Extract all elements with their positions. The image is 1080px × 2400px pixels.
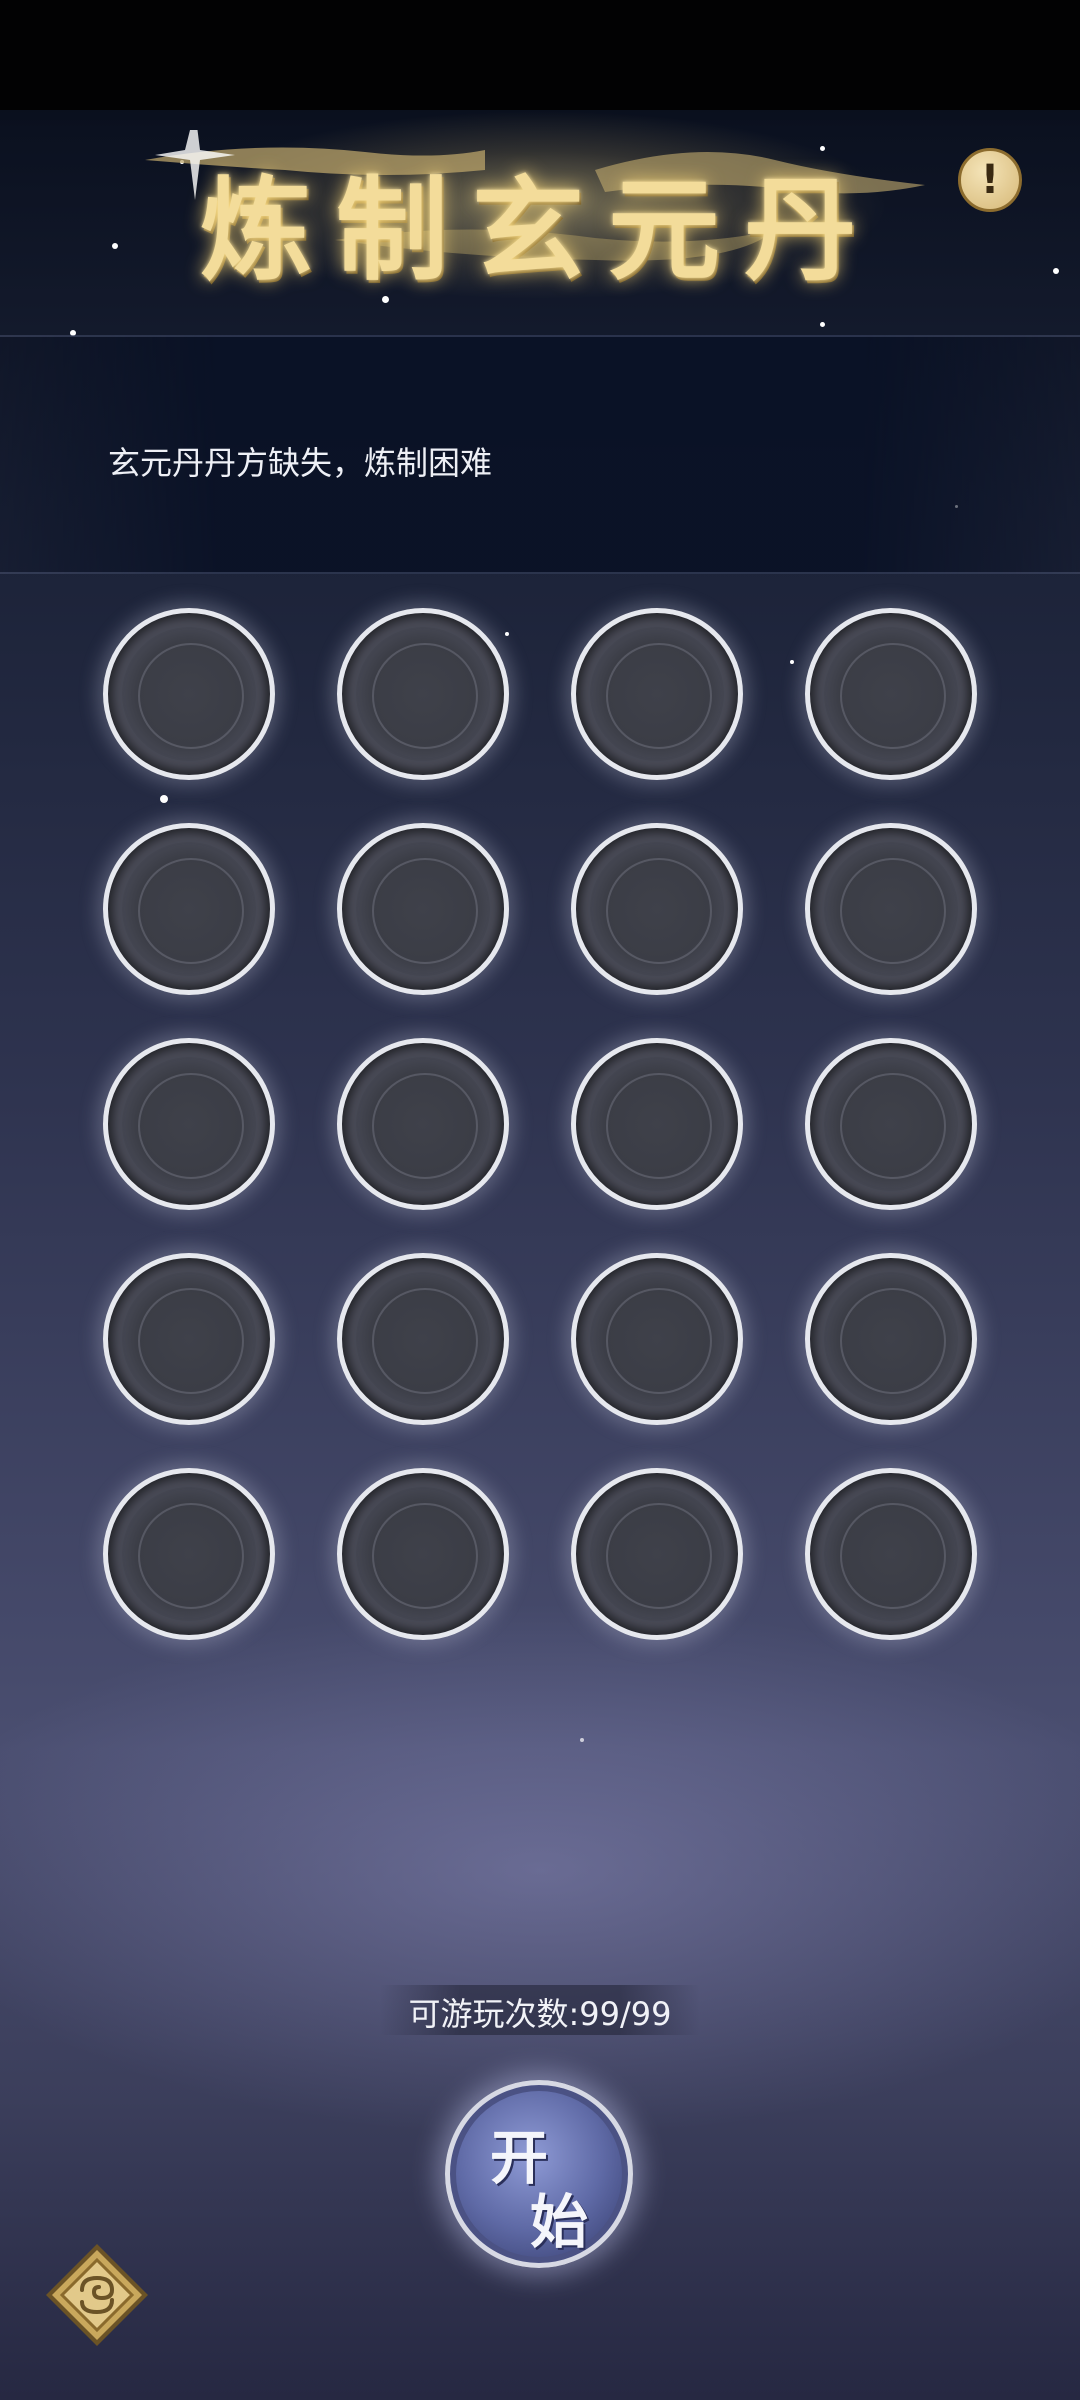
diamond-swirl-icon (46, 2244, 148, 2346)
ingredient-slot[interactable] (103, 1253, 275, 1425)
ingredient-slot[interactable] (571, 608, 743, 780)
ingredient-slot[interactable] (571, 1253, 743, 1425)
ingredient-slot[interactable] (103, 823, 275, 995)
ingredient-slot[interactable] (103, 1468, 275, 1640)
ingredient-slot[interactable] (337, 1038, 509, 1210)
ingredient-slot-grid (0, 0, 1080, 2400)
start-char-2: 始 (530, 2188, 589, 2256)
ingredient-slot[interactable] (805, 1253, 977, 1425)
ingredient-slot[interactable] (805, 823, 977, 995)
ingredient-slot[interactable] (337, 1468, 509, 1640)
ingredient-slot[interactable] (571, 1468, 743, 1640)
ingredient-slot[interactable] (103, 608, 275, 780)
ingredient-slot[interactable] (805, 1038, 977, 1210)
ingredient-slot[interactable] (337, 1253, 509, 1425)
ingredient-slot[interactable] (103, 1038, 275, 1210)
plays-remaining-text: 可游玩次数:99/99 (408, 1995, 672, 2033)
ingredient-slot[interactable] (571, 823, 743, 995)
start-button[interactable]: 开 始 (445, 2080, 633, 2268)
ingredient-slot[interactable] (805, 1468, 977, 1640)
start-button-label: 开 始 (450, 2085, 628, 2263)
ingredient-slot[interactable] (805, 608, 977, 780)
back-button[interactable] (42, 2240, 152, 2350)
ingredient-slot[interactable] (337, 823, 509, 995)
ingredient-slot[interactable] (571, 1038, 743, 1210)
ingredient-slot[interactable] (337, 608, 509, 780)
